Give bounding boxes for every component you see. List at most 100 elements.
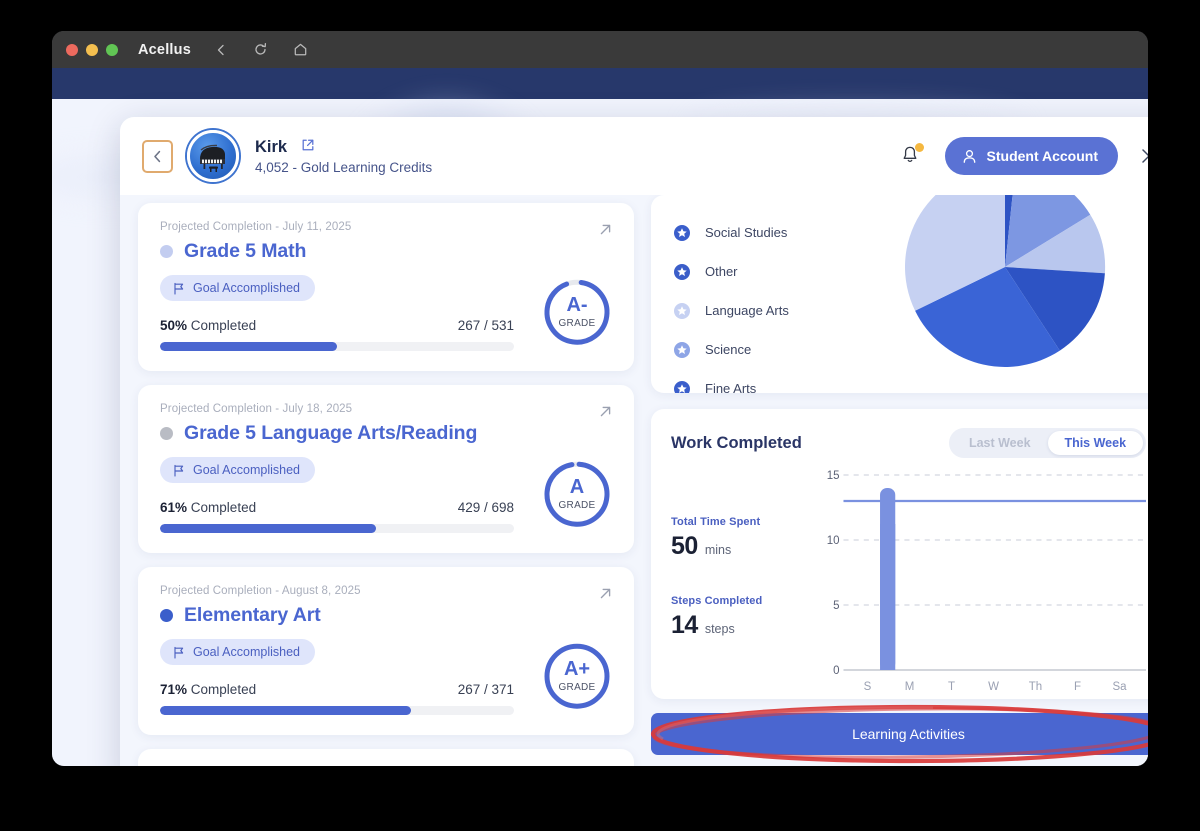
y-tick-label: 10 [827, 535, 840, 547]
grade-ring: A+ GRADE [542, 641, 612, 711]
course-title: Grade 5 Math [184, 240, 306, 263]
x-tick-label: T [948, 681, 955, 692]
projected-completion: Projected Completion - July 18, 2025 [160, 403, 612, 415]
legend-item[interactable]: Science [673, 330, 891, 369]
subject-legend: Social Studies Other Language Arts [651, 205, 891, 393]
legend-item[interactable]: Fine Arts [673, 369, 891, 393]
student-account-button[interactable]: Student Account [945, 137, 1118, 175]
grade-letter: A [570, 477, 584, 497]
course-card[interactable]: Projected Completion - July 11, 2025 Gra… [138, 203, 634, 371]
grade-letter: A+ [564, 659, 590, 679]
notification-badge [915, 143, 924, 152]
home-icon[interactable] [291, 40, 311, 60]
last-week-option[interactable]: Last Week [952, 431, 1048, 455]
stat-value: 14 [671, 611, 698, 640]
course-percent: 71% [160, 682, 187, 697]
open-course-icon[interactable] [597, 585, 614, 607]
goal-badge: Goal Accomplished [160, 639, 315, 665]
legend-label: Language Arts [705, 303, 789, 318]
dashboard-right-column: Social Studies Other Language Arts [651, 195, 1148, 766]
avatar[interactable] [187, 130, 239, 182]
open-course-icon[interactable] [597, 221, 614, 243]
course-card[interactable]: Projected Completion - July 18, 2025 Gra… [138, 385, 634, 553]
legend-item[interactable]: Social Studies [673, 213, 891, 252]
notification-bell-icon[interactable] [899, 144, 923, 168]
open-course-icon[interactable] [597, 403, 614, 425]
course-card[interactable]: Projected Completion - August 8, 2025 El… [138, 567, 634, 735]
steps-completed-stat: Steps Completed 14 steps [671, 595, 811, 640]
legend-label: Social Studies [705, 225, 787, 240]
course-title: Grade 5 Language Arts/Reading [184, 422, 477, 445]
subjects-panel: Social Studies Other Language Arts [651, 195, 1148, 393]
maximize-window-button[interactable] [106, 44, 118, 56]
page-header-band [52, 68, 1148, 99]
legend-item[interactable]: Language Arts [673, 291, 891, 330]
user-icon [961, 148, 978, 165]
learning-activities-button[interactable]: Learning Activities [651, 713, 1148, 755]
student-account-label: Student Account [987, 148, 1098, 164]
star-badge-icon [673, 302, 691, 320]
x-tick-label: S [864, 681, 872, 692]
back-button[interactable] [142, 140, 173, 173]
course-list[interactable]: Projected Completion - July 11, 2025 Gra… [138, 195, 634, 766]
goal-badge-label: Goal Accomplished [193, 463, 300, 477]
course-fraction: 267 / 371 [458, 682, 514, 697]
grade-ring: A- GRADE [542, 277, 612, 347]
x-tick-label: M [905, 681, 915, 692]
stat-unit: mins [705, 543, 731, 557]
goal-badge: Goal Accomplished [160, 457, 315, 483]
legend-label: Fine Arts [705, 381, 756, 393]
user-credits: 4,052 - Gold Learning Credits [255, 160, 432, 175]
progress-bar [160, 342, 514, 351]
week-toggle[interactable]: Last Week This Week [949, 428, 1146, 458]
close-icon[interactable] [1136, 143, 1148, 169]
window-titlebar: Acellus [52, 31, 1148, 68]
course-status-dot [160, 609, 173, 622]
course-card[interactable]: Projected Completion - May 8, 2026 [138, 749, 634, 766]
minimize-window-button[interactable] [86, 44, 98, 56]
app-window: Acellus [52, 31, 1148, 766]
close-window-button[interactable] [66, 44, 78, 56]
modal-header: Kirk 4,052 - Gold Learning Credits [120, 117, 1148, 195]
goal-badge-label: Goal Accomplished [193, 645, 300, 659]
grade-word: GRADE [558, 318, 595, 329]
y-tick-label: 15 [827, 470, 840, 482]
user-info: Kirk 4,052 - Gold Learning Credits [255, 138, 432, 175]
user-name: Kirk [255, 138, 287, 157]
app-title: Acellus [138, 42, 191, 58]
work-bar-chart[interactable]: 15 10 5 0 S M T W Th [811, 464, 1146, 692]
back-icon[interactable] [211, 40, 231, 60]
completed-word: Completed [191, 682, 256, 697]
work-completed-title: Work Completed [671, 434, 802, 453]
work-completed-panel: Work Completed Last Week This Week Total… [651, 409, 1148, 699]
completed-word: Completed [191, 500, 256, 515]
goal-badge-label: Goal Accomplished [193, 281, 300, 295]
subjects-pie-chart[interactable] [901, 195, 1109, 371]
external-link-icon[interactable] [301, 138, 315, 157]
flag-icon [172, 282, 185, 295]
x-tick-label: F [1074, 681, 1081, 692]
flag-icon [172, 464, 185, 477]
stat-label: Steps Completed [671, 595, 811, 607]
piano-avatar-icon [193, 136, 233, 176]
legend-item[interactable]: Other [673, 252, 891, 291]
work-stats: Total Time Spent 50 mins Steps Comple [671, 464, 811, 692]
star-badge-icon [673, 380, 691, 394]
y-tick-label: 5 [833, 600, 839, 612]
projected-completion: Projected Completion - July 11, 2025 [160, 221, 612, 233]
course-fraction: 429 / 698 [458, 500, 514, 515]
star-badge-icon [673, 263, 691, 281]
x-tick-label: Sa [1112, 681, 1127, 692]
y-tick-label: 0 [833, 665, 839, 677]
legend-label: Science [705, 342, 751, 357]
learning-activities-wrap: Learning Activities [651, 713, 1148, 759]
legend-label: Other [705, 264, 738, 279]
star-badge-icon [673, 224, 691, 242]
reload-icon[interactable] [251, 40, 271, 60]
flag-icon [172, 646, 185, 659]
stat-unit: steps [705, 622, 735, 636]
desktop-background: Acellus [0, 0, 1200, 831]
this-week-option[interactable]: This Week [1048, 431, 1144, 455]
grade-word: GRADE [558, 500, 595, 511]
grade-word: GRADE [558, 682, 595, 693]
